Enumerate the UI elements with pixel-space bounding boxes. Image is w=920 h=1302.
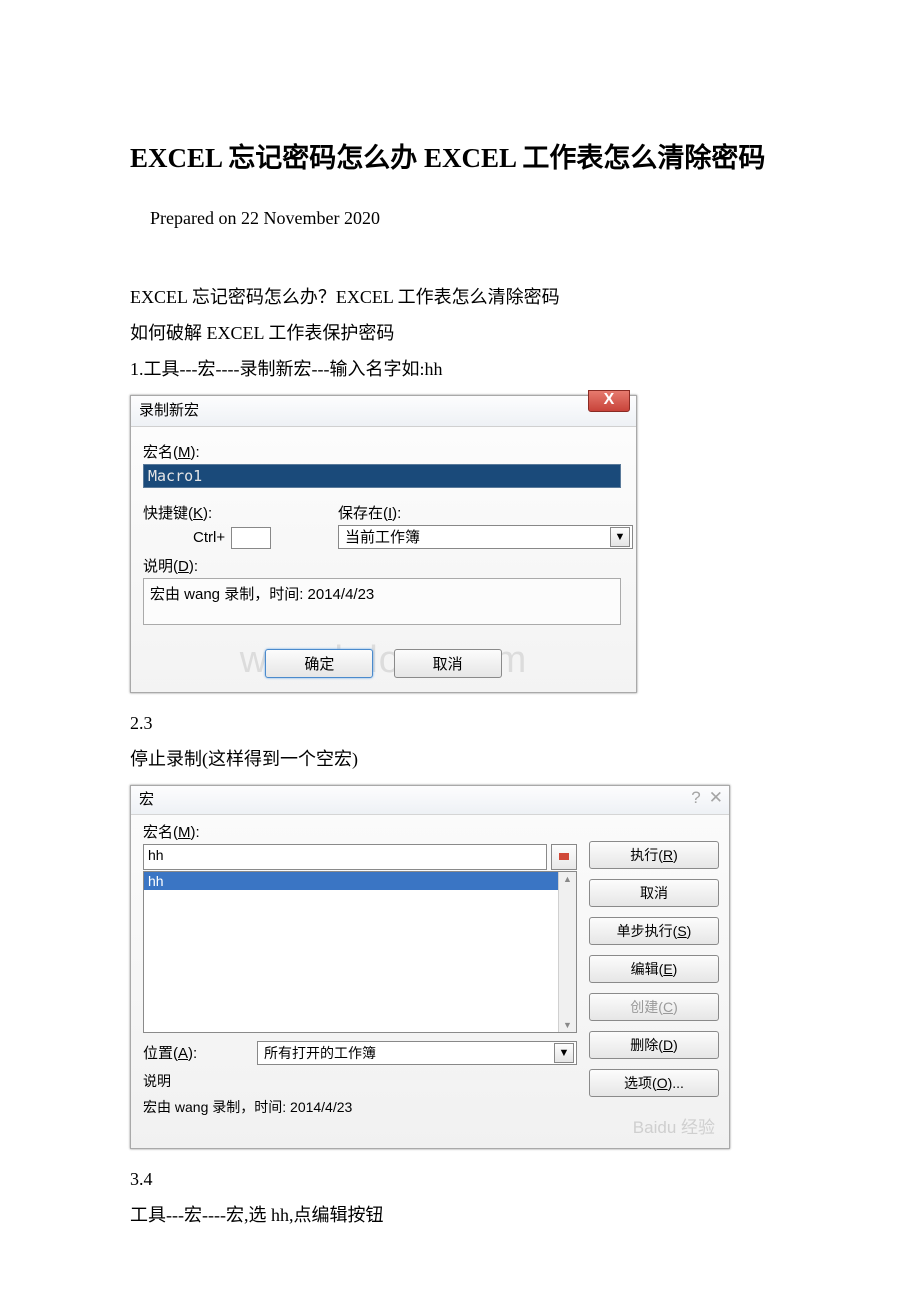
- dialog2-title: 宏: [139, 791, 154, 808]
- watermark-text: www.bdocx.com: [143, 639, 624, 682]
- baidu-watermark: Baidu 经验: [589, 1107, 719, 1138]
- macro-name-label: 宏名(M):: [143, 441, 624, 462]
- close-icon[interactable]: X: [588, 390, 630, 412]
- location-label: 位置(A):: [143, 1042, 253, 1063]
- paragraph-5: 停止录制(这样得到一个空宏): [130, 741, 790, 777]
- description-value-2: 宏由 wang 录制，时间: 2014/4/23: [143, 1097, 577, 1117]
- shortcut-key-input[interactable]: [231, 527, 271, 549]
- close-icon[interactable]: ✕: [709, 788, 723, 808]
- run-button[interactable]: 执行(R): [589, 841, 719, 869]
- save-in-label: 保存在(I):: [338, 502, 633, 523]
- options-button[interactable]: 选项(O)...: [589, 1069, 719, 1097]
- macro-dialog: 宏 ? ✕ 宏名(M): hh hh ▲: [130, 785, 730, 1149]
- paragraph-7: 工具---宏----宏,选 hh,点编辑按钮: [130, 1197, 790, 1233]
- location-value: 所有打开的工作簿: [264, 1043, 376, 1063]
- description-input[interactable]: 宏由 wang 录制，时间: 2014/4/23: [143, 578, 621, 625]
- page-title: EXCEL 忘记密码怎么办 EXCEL 工作表怎么清除密码: [130, 140, 790, 178]
- refedit-icon[interactable]: [551, 844, 577, 870]
- delete-button[interactable]: 删除(D): [589, 1031, 719, 1059]
- paragraph-6: 3.4: [130, 1161, 790, 1197]
- macro-name-input[interactable]: Macro1: [143, 464, 621, 488]
- location-dropdown[interactable]: 所有打开的工作簿 ▼: [257, 1041, 577, 1065]
- record-macro-dialog: 录制新宏 X 宏名(M): Macro1 快捷键(K): Ctrl+: [130, 395, 637, 693]
- scroll-up-icon[interactable]: ▲: [563, 874, 572, 884]
- save-in-value: 当前工作簿: [345, 526, 420, 547]
- prepared-date: Prepared on 22 November 2020: [150, 208, 790, 229]
- ctrl-prefix: Ctrl+: [193, 529, 225, 546]
- paragraph-4: 2.3: [130, 705, 790, 741]
- shortcut-label: 快捷键(K):: [143, 502, 338, 523]
- edit-button[interactable]: 编辑(E): [589, 955, 719, 983]
- paragraph-1: EXCEL 忘记密码怎么办？EXCEL 工作表怎么清除密码: [130, 279, 790, 315]
- ok-button[interactable]: 确定: [265, 649, 373, 678]
- list-item[interactable]: hh: [144, 872, 558, 890]
- chevron-down-icon[interactable]: ▼: [554, 1043, 574, 1063]
- cancel-button[interactable]: 取消: [394, 649, 502, 678]
- scroll-down-icon[interactable]: ▼: [563, 1020, 572, 1030]
- macro-listbox[interactable]: hh ▲ ▼: [143, 871, 577, 1033]
- macro-name-label-2: 宏名(M):: [143, 824, 200, 841]
- save-in-dropdown[interactable]: 当前工作簿 ▼: [338, 525, 633, 549]
- dialog-title: 录制新宏: [139, 402, 199, 419]
- step-button[interactable]: 单步执行(S): [589, 917, 719, 945]
- description-label-2: 说明: [143, 1071, 577, 1091]
- macro-name-input-2[interactable]: hh: [143, 844, 547, 870]
- chevron-down-icon[interactable]: ▼: [610, 527, 630, 547]
- paragraph-3: 1.工具---宏----录制新宏---输入名字如:hh: [130, 351, 790, 387]
- dialog2-titlebar: 宏 ? ✕: [131, 786, 729, 815]
- description-label: 说明(D):: [143, 555, 624, 576]
- create-button: 创建(C): [589, 993, 719, 1021]
- cancel-button-2[interactable]: 取消: [589, 879, 719, 907]
- dialog-titlebar: 录制新宏 X: [131, 396, 636, 427]
- scrollbar[interactable]: ▲ ▼: [558, 872, 576, 1032]
- paragraph-2: 如何破解 EXCEL 工作表保护密码: [130, 315, 790, 351]
- help-icon[interactable]: ?: [691, 788, 700, 808]
